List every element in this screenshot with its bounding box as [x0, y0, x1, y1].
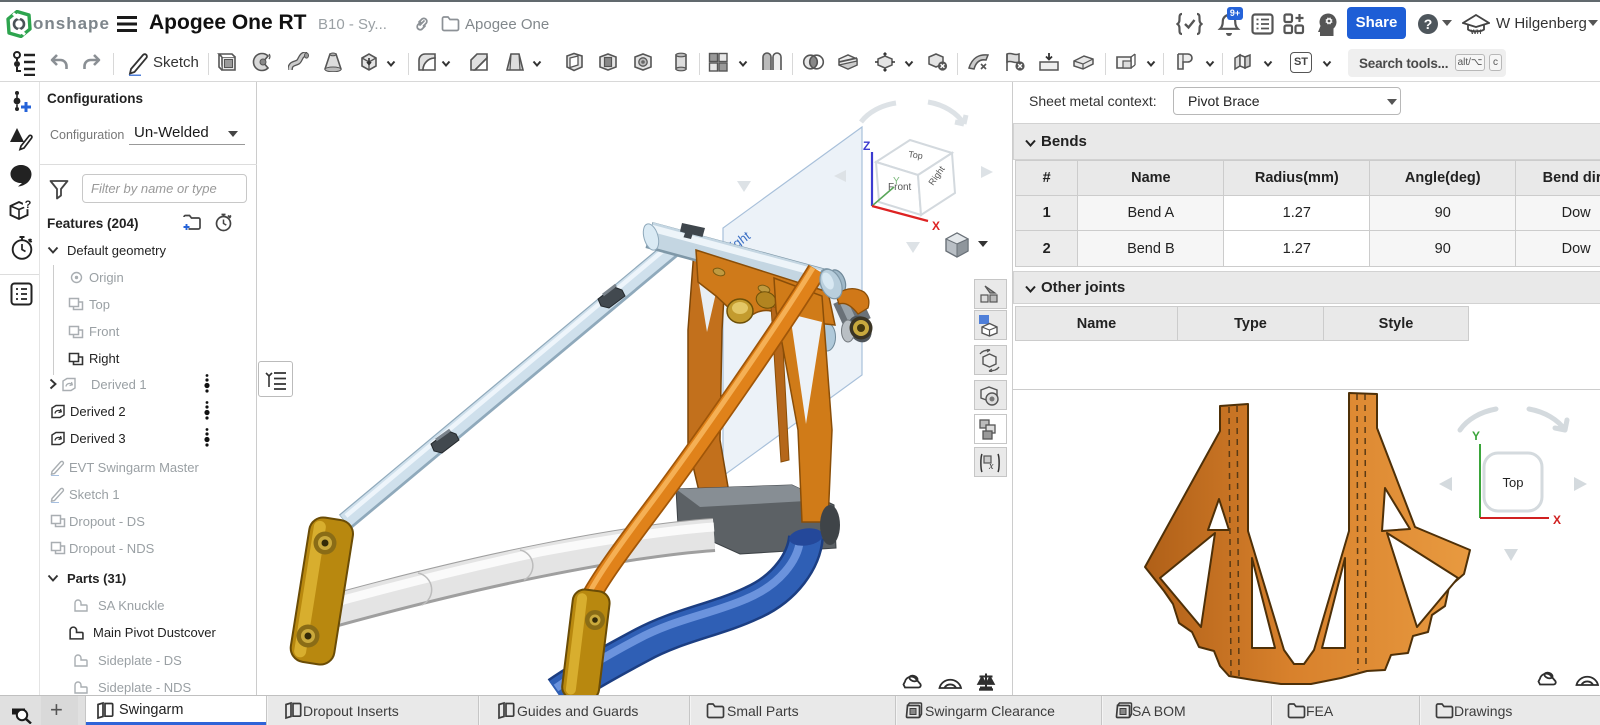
svg-text:X: X — [1553, 513, 1561, 527]
svg-text:WH: WH — [1471, 29, 1482, 36]
svg-text:Z: Z — [863, 139, 870, 153]
svg-text:Top: Top — [908, 149, 924, 161]
svg-text:x: x — [988, 461, 994, 472]
svg-text:Y: Y — [1472, 429, 1480, 443]
svg-text:Y: Y — [893, 176, 900, 187]
svg-text:Front: Front — [888, 182, 912, 193]
svg-text:Top: Top — [1503, 475, 1524, 490]
svg-text:?: ? — [1424, 16, 1433, 32]
svg-text:?: ? — [25, 199, 32, 211]
svg-text:X: X — [932, 219, 940, 233]
